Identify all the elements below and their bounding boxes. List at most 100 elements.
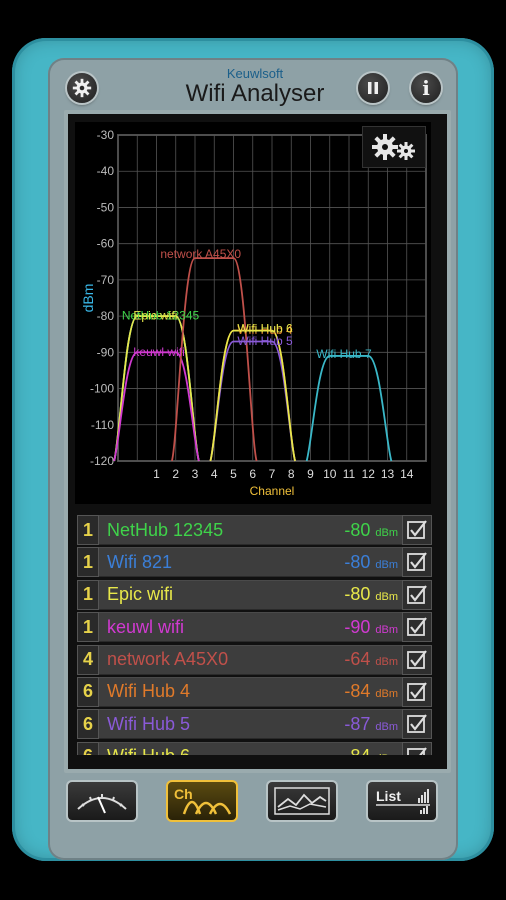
signal-strength: -84 dBm: [344, 681, 402, 702]
network-cell: NetHub 12345 -80 dBm: [99, 515, 402, 545]
gear-icon: [72, 78, 92, 98]
channel-number: 6: [77, 676, 99, 707]
network-name: Wifi Hub 4: [107, 681, 191, 702]
x-tick-label: 5: [230, 467, 237, 481]
network-name: Wifi Hub 5: [107, 713, 191, 734]
network-cell: keuwl wifi -90 dBm: [99, 612, 402, 643]
checkbox-checked-icon[interactable]: [402, 741, 432, 755]
x-tick-label: 2: [172, 467, 179, 481]
network-row[interactable]: 6 Wifi Hub 4 -84 dBm: [77, 676, 432, 707]
x-tick-label: 4: [211, 467, 218, 481]
app-title: Wifi Analyser: [185, 80, 325, 107]
network-cell: network A45X0 -64 dBm: [99, 644, 402, 675]
x-tick-label: 9: [307, 467, 314, 481]
channel-number: 1: [77, 612, 99, 643]
x-tick-label: 10: [323, 467, 337, 481]
checkbox-checked-icon[interactable]: [402, 515, 432, 545]
network-list[interactable]: 1 NetHub 12345 -80 dBm 1 Wifi 821 -80 dBm 1 Epi…: [77, 515, 432, 755]
dbm-value: -80: [344, 551, 371, 572]
network-row[interactable]: 1 Epic wifi -80 dBm: [77, 579, 432, 610]
checkbox-checked-icon[interactable]: [402, 676, 432, 707]
x-tick-label: 8: [288, 467, 295, 481]
y-tick-label: -40: [97, 164, 115, 178]
info-button[interactable]: i: [411, 73, 441, 103]
series-label: keuwl wifi: [133, 345, 184, 359]
network-row[interactable]: 6 Wifi Hub 5 -87 dBm: [77, 709, 432, 740]
network-cell: Wifi Hub 4 -84 dBm: [99, 676, 402, 707]
network-cell: Wifi 821 -80 dBm: [99, 547, 402, 578]
x-tick-label: 6: [249, 467, 256, 481]
settings-button[interactable]: [67, 73, 97, 103]
time-graph-button[interactable]: [266, 780, 338, 822]
info-icon: i: [422, 76, 430, 100]
y-tick-label: -70: [97, 273, 115, 287]
channel-chart-svg: -30-40-50-60-70-80-90-100-110-1201 2 3 4 5 6 7…: [80, 128, 427, 498]
y-tick-label: -120: [90, 454, 114, 468]
network-name: keuwl wifi: [107, 616, 185, 637]
network-cell: Wifi Hub 5 -87 dBm: [99, 709, 402, 740]
dbm-value: -84: [344, 746, 370, 755]
signal-meter-icon: [77, 794, 127, 814]
x-tick-label: 14: [400, 467, 414, 481]
dbm-value: -64: [344, 649, 371, 670]
channel-number: 6: [77, 709, 99, 740]
channel-number: 4: [77, 644, 99, 675]
channel-number: 1: [77, 579, 99, 610]
pause-icon: [368, 82, 378, 94]
network-name: Wifi 821: [107, 551, 173, 572]
series-label: network A45X0: [160, 247, 241, 261]
checkbox-checked-icon[interactable]: [402, 612, 432, 643]
dbm-unit: dBm: [375, 753, 398, 755]
time-graph-icon: [274, 787, 330, 815]
x-tick-label: 3: [192, 467, 199, 481]
channel-number: 1: [77, 547, 99, 578]
dbm-value: -80: [344, 519, 371, 540]
channel-graph-button[interactable]: Ch: [166, 780, 238, 822]
network-row[interactable]: 1 keuwl wifi -90 dBm: [77, 612, 432, 643]
dbm-value: -87: [344, 713, 371, 734]
list-view-button[interactable]: List: [366, 780, 438, 822]
series-label: Wifi Hub 6: [237, 321, 293, 335]
channel-graph[interactable]: -30 -40 -50 -60 -70 -80 -90 -100 -110 -120 1 2 3 4 5 6 7…: [75, 122, 431, 504]
checkbox-checked-icon[interactable]: [402, 547, 432, 578]
signal-strength: -80 dBm: [344, 552, 402, 573]
channel-curves-icon: Ch: [174, 786, 232, 815]
signal-meter-button[interactable]: [66, 780, 138, 822]
dbm-unit: dBm: [375, 688, 398, 701]
dbm-unit: dBm: [375, 558, 398, 571]
network-row[interactable]: 6 Wifi Hub 6-84 dBm: [77, 741, 432, 755]
series-label: Wifi Hub 7: [316, 347, 372, 361]
signal-strength: -87 dBm: [344, 714, 402, 735]
network-row[interactable]: 1 NetHub 12345 -80 dBm: [77, 515, 432, 545]
x-axis-label: Channel: [250, 484, 295, 498]
signal-strength: -84 dBm: [344, 746, 402, 755]
dbm-unit: dBm: [375, 526, 398, 539]
network-row[interactable]: 4 network A45X0 -64 dBm: [77, 644, 432, 675]
series-label: Wifi Hub 5: [237, 334, 293, 348]
checkbox-checked-icon[interactable]: [402, 709, 432, 740]
network-name: NetHub 12345: [107, 519, 224, 540]
network-row[interactable]: 1 Wifi 821 -80 dBm: [77, 547, 432, 578]
network-name: Wifi Hub 6: [107, 746, 344, 755]
checkbox-checked-icon[interactable]: [402, 644, 432, 675]
chart-settings-button[interactable]: [362, 126, 426, 168]
list-tab-label: List: [376, 788, 401, 804]
dbm-unit: dBm: [375, 623, 398, 636]
dbm-unit: dBm: [375, 720, 398, 733]
x-tick-label: 11: [343, 467, 356, 481]
y-tick-label: -110: [91, 418, 114, 432]
x-tick-label: 12: [362, 467, 376, 481]
pause-button[interactable]: [358, 73, 388, 103]
y-tick-label: -90: [97, 345, 115, 359]
signal-strength: -80 dBm: [344, 520, 402, 541]
checkbox-checked-icon[interactable]: [402, 579, 432, 610]
y-tick-label: -60: [97, 237, 115, 251]
channel-number: 6: [77, 741, 99, 755]
dbm-value: -84: [344, 681, 371, 702]
x-tick-label: 13: [381, 467, 395, 481]
channel-tab-label: Ch: [174, 786, 193, 802]
channel-number: 1: [77, 515, 99, 545]
list-bars-icon: List: [376, 788, 430, 814]
y-tick-label: -100: [90, 382, 114, 396]
y-tick-label: -30: [97, 128, 115, 142]
